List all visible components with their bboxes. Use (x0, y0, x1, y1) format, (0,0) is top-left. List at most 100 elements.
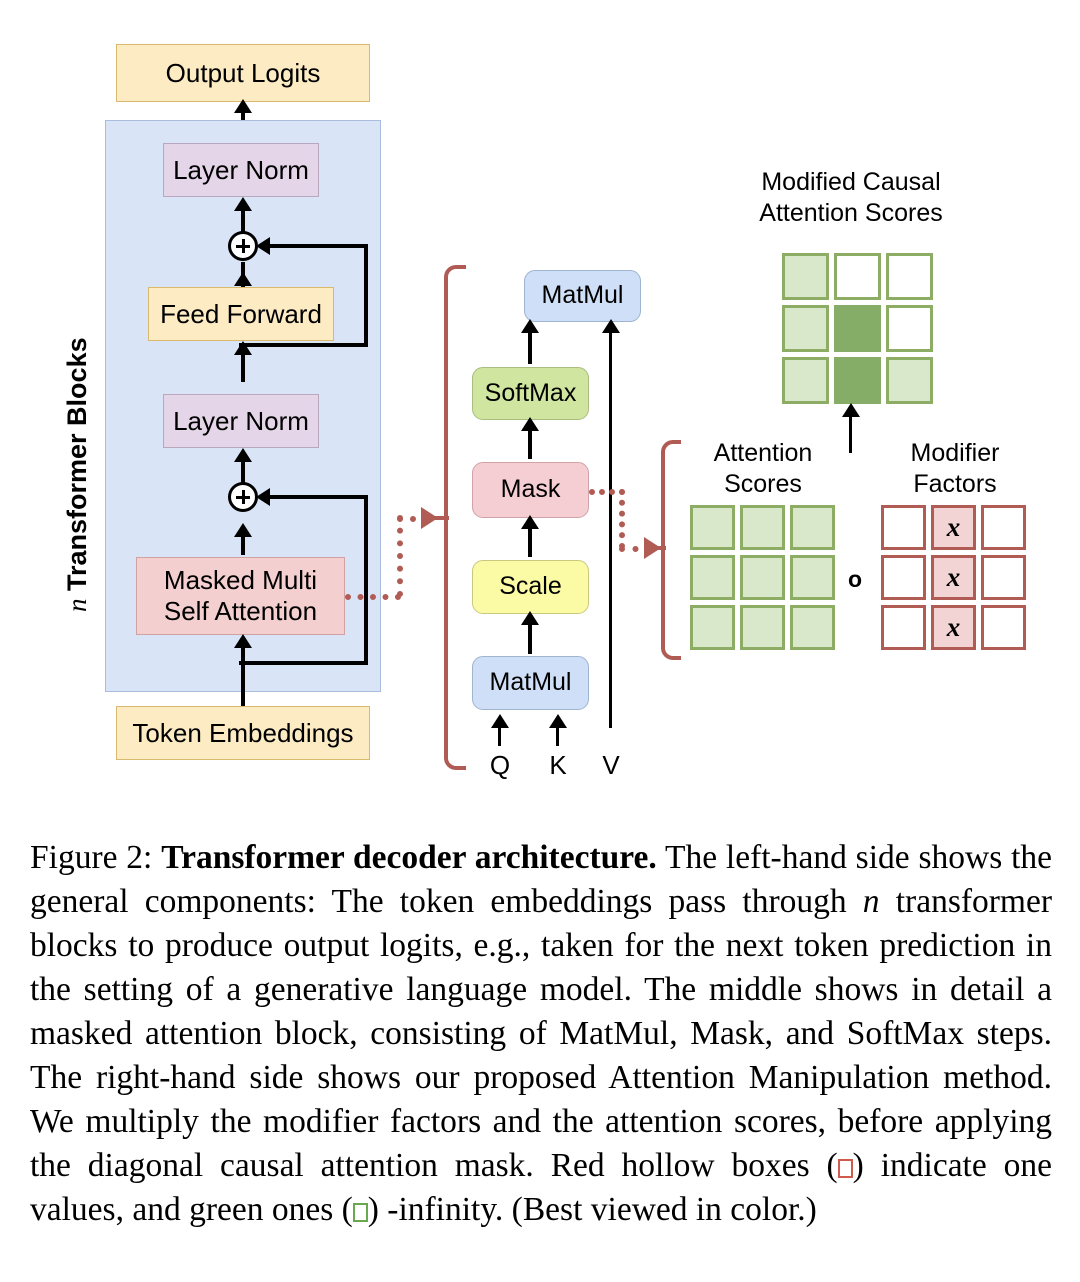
matrix-cell (782, 357, 829, 404)
hadamard-symbol: o (848, 566, 863, 592)
matrix-cell (690, 505, 735, 550)
arrow-attn-to-add-head (234, 523, 252, 537)
modified-scores-matrix (782, 253, 933, 404)
residual-top-horizontal (263, 244, 368, 248)
arrow-scale-to-mask-line (528, 527, 532, 557)
arrow-mask-to-softmax-line (528, 429, 532, 459)
matrix-cell-x: x (931, 555, 976, 600)
token-embeddings-label: Token Embeddings (132, 717, 354, 748)
matrix-cell (881, 605, 926, 650)
caption-part2: transformer blocks to produce output log… (30, 883, 1052, 1185)
token-embeddings-box: Token Embeddings (116, 706, 370, 760)
k-arrow-head (549, 714, 567, 728)
layer-norm-bottom-label: Layer Norm (173, 405, 309, 436)
matrix-cell (790, 555, 835, 600)
matrix-cell (740, 555, 785, 600)
residual-add-top (228, 231, 258, 261)
matmul-top-box: MatMul (524, 270, 641, 322)
arrow-add2-to-ln2-line (241, 461, 245, 483)
red-hollow-box-swatch (837, 1159, 853, 1179)
matrix-cell (790, 605, 835, 650)
arrow-add2-to-ln2-head (234, 448, 252, 462)
mask-label: Mask (500, 475, 561, 504)
residual-add-bottom (228, 482, 258, 512)
arrow-matmul-to-scale-line (528, 622, 532, 654)
arrow-softmax-to-matmul-line (528, 330, 532, 364)
softmax-label: SoftMax (484, 378, 577, 407)
matrix-cell (834, 357, 881, 404)
green-hollow-box-swatch (352, 1203, 368, 1223)
caption-figure-number: Figure 2: (30, 839, 153, 876)
output-logits-box: Output Logits (116, 44, 370, 102)
arrow-softmax-to-matmul-head (521, 319, 539, 333)
matrix-cell (834, 305, 881, 352)
dotted-connector-2-v (619, 489, 625, 549)
arrow-tok-to-attn-line2 (241, 645, 245, 670)
residual-top-vertical (364, 244, 368, 347)
arrow-ln2-to-ff-head (234, 341, 252, 355)
matrix-cell-x: x (931, 505, 976, 550)
matrix-cell (981, 555, 1026, 600)
residual-top-arrowhead (256, 237, 270, 255)
matrix-cell (981, 605, 1026, 650)
matrix-cell (834, 253, 881, 300)
n-symbol: n (62, 598, 92, 613)
mask-box: Mask (472, 462, 589, 518)
matrix-cell (782, 305, 829, 352)
matrix-cell (881, 505, 926, 550)
arrow-ff-to-add-head (234, 272, 252, 286)
dotted-connector-1-v (397, 515, 403, 597)
dotted-connector-1-h1 (345, 594, 401, 600)
right-bracket-nub (650, 546, 666, 550)
matrix-cell (782, 253, 829, 300)
v-line (609, 330, 612, 728)
arrow-ln2-to-ff-line (241, 355, 245, 382)
arrow-add1-to-ln-head (234, 197, 252, 211)
feed-forward-label: Feed Forward (160, 298, 322, 329)
arrow-ln-to-logits-head (234, 99, 252, 113)
arrow-matmul-to-scale-head (521, 611, 539, 625)
caption-part4: ) -infinity. (Best viewed in color.) (367, 1191, 817, 1229)
k-label: K (549, 750, 567, 780)
arrow-tok-to-attn-line (241, 670, 245, 710)
matrix-cell (886, 305, 933, 352)
arrow-to-modified-line (849, 415, 852, 453)
residual-bottom-lower-horizontal (239, 661, 366, 665)
matrix-cell (690, 555, 735, 600)
layer-norm-bottom-box: Layer Norm (163, 394, 319, 448)
layer-norm-top-box: Layer Norm (163, 143, 319, 197)
matrix-cell (981, 505, 1026, 550)
softmax-box: SoftMax (472, 367, 589, 420)
matrix-cell (886, 253, 933, 300)
layer-norm-top-label: Layer Norm (173, 154, 309, 185)
transformer-blocks-text: Transformer Blocks (62, 337, 92, 599)
matrix-cell (886, 357, 933, 404)
k-arrow-line (556, 727, 559, 746)
masked-attention-box: Masked Multi Self Attention (136, 557, 345, 635)
matrix-cell-x: x (931, 605, 976, 650)
matrix-cell (740, 605, 785, 650)
output-logits-label: Output Logits (165, 57, 321, 88)
residual-top-lower-horizontal (239, 343, 366, 347)
residual-bottom-arrowhead (256, 488, 270, 506)
residual-bottom-horizontal (263, 495, 368, 499)
feed-forward-box: Feed Forward (148, 287, 334, 341)
arrow-to-modified-head (842, 403, 860, 417)
caption-title: Transformer decoder architecture. (161, 839, 657, 876)
attention-scores-matrix (690, 505, 835, 650)
q-arrow-head (491, 714, 509, 728)
masked-attention-label: Masked Multi Self Attention (163, 565, 318, 626)
scale-box: Scale (472, 560, 589, 614)
residual-bottom-vertical (364, 495, 368, 665)
right-bracket (661, 440, 681, 660)
figure-diagram: Output Logits n Transformer Blocks Layer… (0, 0, 1080, 820)
v-line-arrowhead (602, 319, 620, 333)
arrow-add1-to-ln-line2 (241, 210, 245, 232)
modifier-factors-title: Modifier Factors (910, 439, 1000, 499)
matmul-bottom-label: MatMul (489, 668, 572, 697)
transformer-blocks-label: n Transformer Blocks (62, 337, 93, 612)
modifier-factors-matrix: x x x (881, 505, 1026, 650)
v-label: V (602, 750, 620, 780)
caption-n-symbol: n (862, 883, 880, 921)
middle-bracket-nub (431, 516, 449, 520)
